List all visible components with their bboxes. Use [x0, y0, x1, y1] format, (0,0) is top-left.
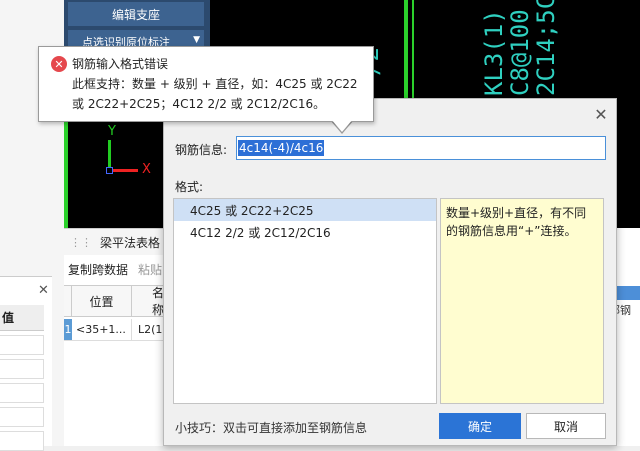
table-header: 位置 名称 [64, 285, 164, 317]
column-header-position[interactable]: 位置 [72, 286, 132, 316]
rebar-info-label: 钢筋信息: [175, 143, 228, 157]
row-index: 1 [64, 319, 72, 340]
edit-support-label: 编辑支座 [111, 7, 160, 22]
cad-stirrup-label: C8@100 [506, 9, 534, 96]
beam-toolbar: 复制跨数据 粘贴 [64, 261, 164, 281]
property-panel: ✕ 值 [0, 276, 52, 451]
error-icon: ✕ [51, 56, 67, 72]
cell-position[interactable]: <35+1... [72, 319, 132, 340]
axis-origin-icon [106, 167, 113, 174]
format-list-item[interactable]: 4C25 或 2C22+2C25 [174, 199, 436, 221]
x-axis-label: X [142, 162, 151, 177]
close-icon[interactable]: ✕ [38, 283, 49, 298]
ok-button[interactable]: 确定 [439, 413, 521, 439]
row-index-header [64, 286, 72, 316]
beam-panel-header: ⋮⋮ 梁平法表格 [64, 229, 164, 255]
format-list: 4C25 或 2C22+2C25 4C12 2/2 或 2C12/2C16 [173, 198, 437, 404]
cell-name[interactable]: L2(1) [132, 319, 167, 340]
y-axis-label: Y [108, 124, 116, 139]
property-cell[interactable] [0, 335, 44, 355]
error-tooltip: ✕ 钢筋输入格式错误 此框支持：数量 + 级别 + 直径，如：4C25 或 2C… [38, 46, 374, 122]
tip-text: 小技巧：双击可直接添加至钢筋信息 [175, 421, 368, 435]
rebar-input-dialog: ✕ 钢筋信息: 4c14(-4)/4c16 格式: 4C25 或 2C22+2C… [163, 98, 617, 446]
property-value-header: 值 [0, 305, 44, 331]
paste-button[interactable]: 粘贴 [138, 261, 162, 281]
format-label: 格式: [175, 180, 204, 194]
y-axis-line [108, 140, 111, 170]
chevron-down-icon[interactable]: ▼ [193, 35, 200, 45]
cancel-button[interactable]: 取消 [526, 413, 606, 439]
beam-panel-title: 梁平法表格 [100, 235, 161, 250]
error-tooltip-tail-inner [331, 119, 353, 132]
close-icon[interactable]: ✕ [592, 105, 610, 124]
cad-beam-label: KL3(1) [480, 9, 508, 96]
error-message: 此框支持：数量 + 级别 + 直径，如：4C25 或 2C22 或 2C22+2… [72, 77, 358, 111]
property-cell[interactable] [0, 383, 44, 403]
error-title: 钢筋输入格式错误 [72, 57, 169, 71]
edit-support-button[interactable]: 编辑支座 [68, 2, 204, 26]
property-cell[interactable] [0, 359, 44, 379]
table-row[interactable]: 1 <35+1... L2(1) [64, 319, 167, 341]
rebar-info-value: 4c14(-4)/4c16 [238, 140, 325, 156]
copy-span-data-button[interactable]: 复制跨数据 [68, 261, 128, 281]
drag-grip-icon[interactable]: ⋮⋮ [70, 236, 92, 249]
cad-rebar-label: 2C14;5C [532, 0, 560, 96]
property-cell[interactable] [0, 407, 44, 427]
property-cell[interactable] [0, 431, 44, 451]
format-list-item[interactable]: 4C12 2/2 或 2C12/2C16 [174, 221, 436, 243]
column-header-name[interactable]: 名称 [132, 286, 164, 317]
rebar-info-input[interactable]: 4c14(-4)/4c16 [236, 136, 606, 160]
format-description: 数量+级别+直径，有不同的钢筋信息用“+”连接。 [440, 198, 604, 404]
